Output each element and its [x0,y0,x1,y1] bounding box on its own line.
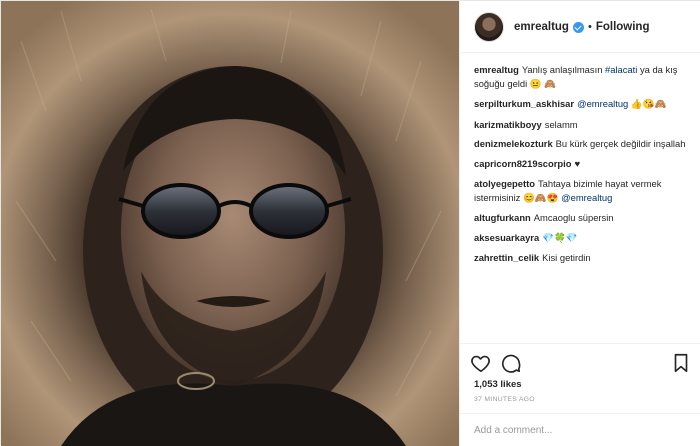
add-comment-bar [460,413,700,446]
instagram-post: emrealtug • Following emrealtug Yanlış an… [0,0,700,446]
comment-text: selamm [544,118,578,130]
comment-username[interactable]: atolyegepetto [474,178,535,189]
comment-text: Bu kürk gerçek değildir inşallah [555,138,686,149]
comment-bubble-icon[interactable] [500,352,522,374]
verified-badge-icon [572,22,584,33]
avatar[interactable] [474,11,504,42]
comment-item: aksesuarkayra 💎🍀💎 [474,231,690,246]
separator-dot: • [587,20,592,33]
comment-item: zahrettin_celik Kisi getirdin [474,251,690,265]
comment-item: denizmelekozturk Bu kürk gerçek değildir … [474,137,690,151]
bookmark-icon[interactable] [670,352,692,374]
add-comment-input[interactable] [474,424,674,436]
post-side-panel: emrealtug • Following emrealtug Yanlış an… [459,1,700,446]
action-icons [470,352,692,374]
post-photo[interactable] [1,1,459,446]
comment-username[interactable]: denizmelekozturk [474,138,553,149]
following-button[interactable]: Following [596,21,650,33]
comment-username[interactable]: capricorn8219scorpio [474,158,571,169]
comment-list: emrealtug Yanlış anlaşılmasın #alacati ya… [460,53,700,343]
comment-emoji: 👍😘🙈 [628,99,667,110]
comment-text: Kisi getirdin [542,252,591,263]
comment-item: capricorn8219scorpio ♥ [474,157,690,172]
caption: emrealtug Yanlış anlaşılmasın #alacati ya… [474,63,690,91]
comment-item: serpilturkum_askhisar @emrealtug 👍😘🙈 [474,97,690,112]
header-username[interactable]: emrealtug [514,21,569,33]
comment-mention[interactable]: @emrealtug [561,192,612,203]
comment-emoji: 💎🍀💎 [542,232,578,244]
caption-text-before: Yanlış anlaşılmasın [521,64,606,75]
comment-username[interactable]: altugfurkann [474,212,531,223]
comment-item: atolyegepetto Tahtaya bizimle hayat verme… [474,177,690,205]
comment-username[interactable]: serpilturkum_askhisar [474,98,574,109]
comment-username[interactable]: zahrettin_celik [474,252,539,263]
comment-item: karizmatikboyy selamm [474,118,690,132]
like-count[interactable]: 1,053 likes [474,379,522,390]
caption-username[interactable]: emrealtug [474,64,519,75]
comment-username[interactable]: karizmatikboyy [474,119,542,130]
heart-icon[interactable] [470,352,492,374]
comment-item: altugfurkann Amcaoglu süpersin [474,211,690,225]
caption-hashtag[interactable]: #alacati [605,64,637,75]
comment-emoji: 😊🙈😍 [522,192,562,204]
comment-username[interactable]: aksesuarkayra [474,232,539,243]
caption-emoji: 😐 🙈 [529,78,557,90]
post-timestamp: 37 MINUTES AGO [474,396,535,403]
comment-text: Amcaoglu süpersin [533,212,614,223]
comment-emoji: ♥ [574,158,581,170]
post-header: emrealtug • Following [460,1,700,53]
comment-mention[interactable]: @emrealtug [577,98,628,109]
fur-hood-selfie-image [1,1,459,446]
